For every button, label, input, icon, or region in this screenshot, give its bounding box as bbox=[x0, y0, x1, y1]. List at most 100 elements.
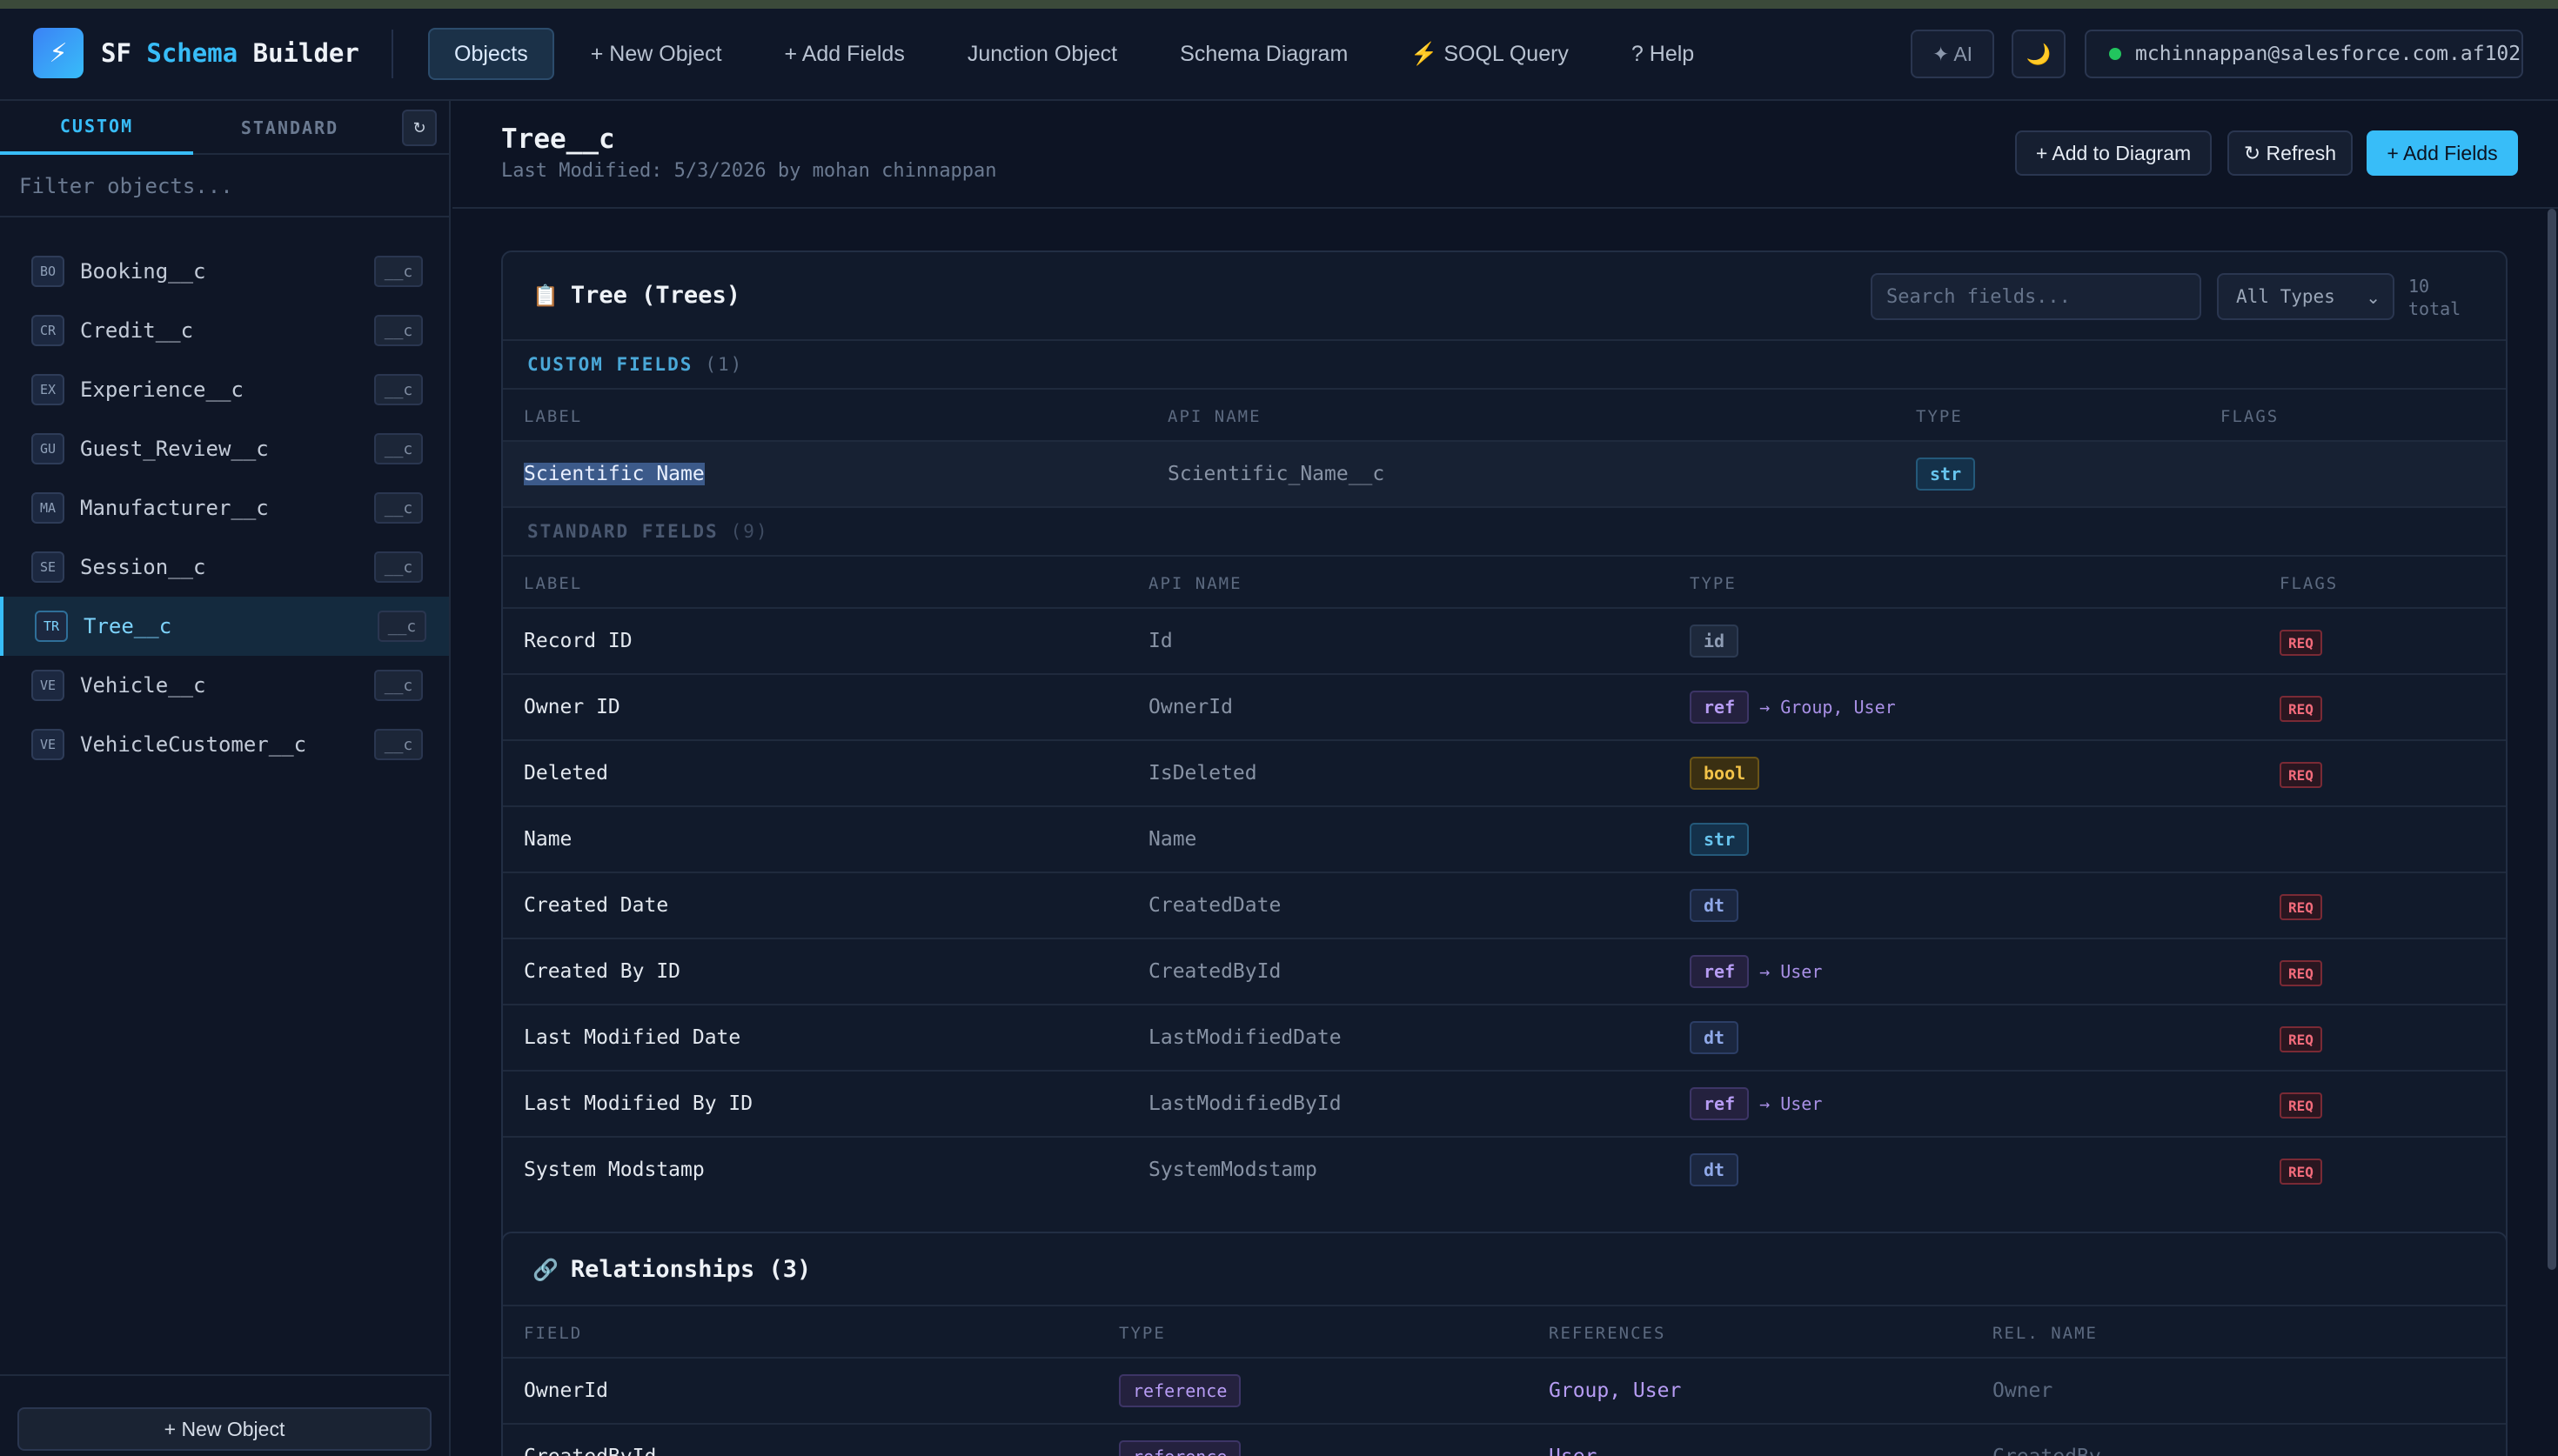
object-name: Vehicle__c bbox=[80, 673, 206, 698]
relationships-card-title: 🔗 Relationships (3) bbox=[532, 1256, 811, 1283]
sidebar-item-manufacturer[interactable]: MA Manufacturer__c __c bbox=[0, 478, 449, 538]
col-api-name: API NAME bbox=[1168, 407, 1262, 426]
sidebar-footer: + New Object bbox=[0, 1374, 449, 1456]
table-row[interactable]: Last Modified By ID LastModifiedById ref… bbox=[503, 1072, 2506, 1138]
object-label-title: Tree (Trees) bbox=[570, 282, 740, 309]
required-flag: REQ bbox=[2280, 630, 2322, 656]
table-row[interactable]: Deleted IsDeleted bool REQ bbox=[503, 741, 2506, 807]
field-type: dt bbox=[1690, 1021, 1739, 1054]
tab-custom[interactable]: CUSTOM bbox=[0, 101, 193, 155]
sidebar-item-tree[interactable]: TR Tree__c __c bbox=[0, 597, 449, 656]
field-type: dt bbox=[1690, 889, 1739, 922]
custom-fields-header-row: LABEL API NAME TYPE FLAGS bbox=[503, 390, 2506, 442]
object-suffix-badge: __c bbox=[374, 315, 423, 346]
connected-status-dot bbox=[2109, 48, 2121, 60]
table-row[interactable]: OwnerId reference Group, User Owner bbox=[503, 1359, 2506, 1425]
object-abbr-badge: BO bbox=[31, 256, 64, 287]
object-suffix-badge: __c bbox=[374, 551, 423, 583]
sidebar-item-vehicle[interactable]: VE Vehicle__c __c bbox=[0, 656, 449, 715]
field-type: dt bbox=[1690, 1153, 1739, 1186]
user-email: mchinnappan@salesforce.com.af102 bbox=[2135, 43, 2521, 65]
rel-type: reference bbox=[1119, 1374, 1242, 1407]
new-object-button[interactable]: + New Object bbox=[17, 1407, 432, 1451]
table-row[interactable]: Owner ID OwnerId ref → Group, User REQ bbox=[503, 675, 2506, 741]
table-row[interactable]: Scientific Name Scientific_Name__c str bbox=[503, 442, 2506, 508]
field-type: ref → User bbox=[1690, 955, 1822, 988]
required-flag: REQ bbox=[2280, 696, 2322, 722]
table-row[interactable]: Name Name str bbox=[503, 807, 2506, 873]
type-badge: dt bbox=[1690, 1153, 1739, 1186]
filter-objects-input[interactable] bbox=[0, 157, 449, 217]
sidebar-item-guest-review[interactable]: GU Guest_Review__c __c bbox=[0, 419, 449, 478]
type-badge: bool bbox=[1690, 757, 1760, 790]
type-badge: ref bbox=[1690, 1087, 1750, 1120]
table-row[interactable]: Record ID Id id REQ bbox=[503, 609, 2506, 675]
object-name: Guest_Review__c bbox=[80, 437, 269, 461]
fields-card: 📋 Tree (Trees) All Types ⌄ 10 total CUST… bbox=[501, 250, 2508, 1305]
object-name: Session__c bbox=[80, 555, 206, 579]
nav-help[interactable]: ? Help bbox=[1605, 28, 1720, 80]
fields-card-header: 📋 Tree (Trees) All Types ⌄ 10 total bbox=[503, 252, 2506, 341]
field-type: bool bbox=[1690, 757, 1760, 790]
type-badge: str bbox=[1916, 458, 1976, 491]
required-flag: REQ bbox=[2280, 1159, 2322, 1185]
field-type: str bbox=[1916, 458, 1976, 491]
sidebar-tabs: CUSTOM STANDARD ↻ bbox=[0, 101, 449, 155]
reference-targets: → Group, User bbox=[1759, 697, 1896, 718]
object-suffix-badge: __c bbox=[374, 433, 423, 464]
type-filter-value: All Types bbox=[2236, 286, 2335, 307]
page-title: Tree__c bbox=[501, 124, 615, 155]
sidebar-item-session[interactable]: SE Session__c __c bbox=[0, 538, 449, 597]
field-api-name: Id bbox=[1148, 630, 1173, 652]
table-row[interactable]: System Modstamp SystemModstamp dt REQ bbox=[503, 1138, 2506, 1204]
add-to-diagram-button[interactable]: + Add to Diagram bbox=[2015, 130, 2212, 176]
tab-standard[interactable]: STANDARD bbox=[193, 101, 386, 155]
table-row[interactable]: Created By ID CreatedById ref → User REQ bbox=[503, 939, 2506, 1005]
custom-fields-section-label: CUSTOM FIELDS (1) bbox=[503, 341, 2506, 390]
object-name: Booking__c bbox=[80, 259, 206, 284]
field-api-name: LastModifiedDate bbox=[1148, 1026, 1342, 1049]
object-name: Manufacturer__c bbox=[80, 496, 269, 520]
ai-button[interactable]: ✦ AI bbox=[1911, 30, 1994, 78]
sidebar-item-booking[interactable]: BO Booking__c __c bbox=[0, 242, 449, 301]
refresh-button[interactable]: ↻ Refresh bbox=[2227, 130, 2353, 176]
field-api-name: OwnerId bbox=[1148, 696, 1233, 718]
refresh-icon[interactable]: ↻ bbox=[402, 110, 437, 146]
theme-toggle-moon-icon[interactable]: 🌙 bbox=[2012, 30, 2066, 78]
object-abbr-badge: SE bbox=[31, 551, 64, 583]
fields-card-title: 📋 Tree (Trees) bbox=[532, 282, 740, 309]
nav-junction-object[interactable]: Junction Object bbox=[941, 28, 1143, 80]
nav-add-fields[interactable]: + Add Fields bbox=[759, 28, 931, 80]
object-sidebar: CUSTOM STANDARD ↻ BO Booking__c __c CR C… bbox=[0, 101, 451, 1456]
main-content: Tree__c Last Modified: 5/3/2026 by mohan… bbox=[452, 101, 2558, 1456]
type-filter-select[interactable]: All Types ⌄ bbox=[2217, 273, 2394, 320]
table-row[interactable]: Created Date CreatedDate dt REQ bbox=[503, 873, 2506, 939]
sidebar-item-credit[interactable]: CR Credit__c __c bbox=[0, 301, 449, 360]
bolt-logo-icon: ⚡ bbox=[33, 28, 84, 78]
rel-field: CreatedById bbox=[524, 1446, 656, 1456]
object-suffix-badge: __c bbox=[374, 729, 423, 760]
sidebar-item-vehicle-customer[interactable]: VE VehicleCustomer__c __c bbox=[0, 715, 449, 774]
table-row[interactable]: CreatedById reference User CreatedBy bbox=[503, 1425, 2506, 1456]
col-label: LABEL bbox=[524, 574, 583, 593]
app-header: ⚡ SF Schema Builder Objects + New Object… bbox=[0, 9, 2558, 101]
standard-fields-header-row: LABEL API NAME TYPE FLAGS bbox=[503, 557, 2506, 609]
search-fields-input[interactable] bbox=[1871, 273, 2201, 320]
nav-schema-diagram[interactable]: Schema Diagram bbox=[1154, 28, 1374, 80]
col-type: TYPE bbox=[1690, 574, 1737, 593]
field-label: Scientific Name bbox=[524, 463, 705, 485]
object-abbr-badge: VE bbox=[31, 670, 64, 701]
col-references: REFERENCES bbox=[1549, 1324, 1666, 1343]
add-fields-button[interactable]: + Add Fields bbox=[2367, 130, 2518, 176]
field-api-name: SystemModstamp bbox=[1148, 1159, 1317, 1181]
nav-objects[interactable]: Objects bbox=[428, 28, 554, 80]
reference-targets: → User bbox=[1759, 1093, 1823, 1114]
object-name: Credit__c bbox=[80, 318, 194, 343]
type-badge: ref bbox=[1690, 691, 1750, 724]
scrollbar-thumb[interactable] bbox=[2548, 209, 2556, 1270]
user-account-pill[interactable]: mchinnappan@salesforce.com.af102 bbox=[2085, 30, 2523, 78]
nav-new-object[interactable]: + New Object bbox=[565, 28, 748, 80]
nav-soql-query[interactable]: ⚡ SOQL Query bbox=[1384, 28, 1595, 80]
table-row[interactable]: Last Modified Date LastModifiedDate dt R… bbox=[503, 1005, 2506, 1072]
sidebar-item-experience[interactable]: EX Experience__c __c bbox=[0, 360, 449, 419]
